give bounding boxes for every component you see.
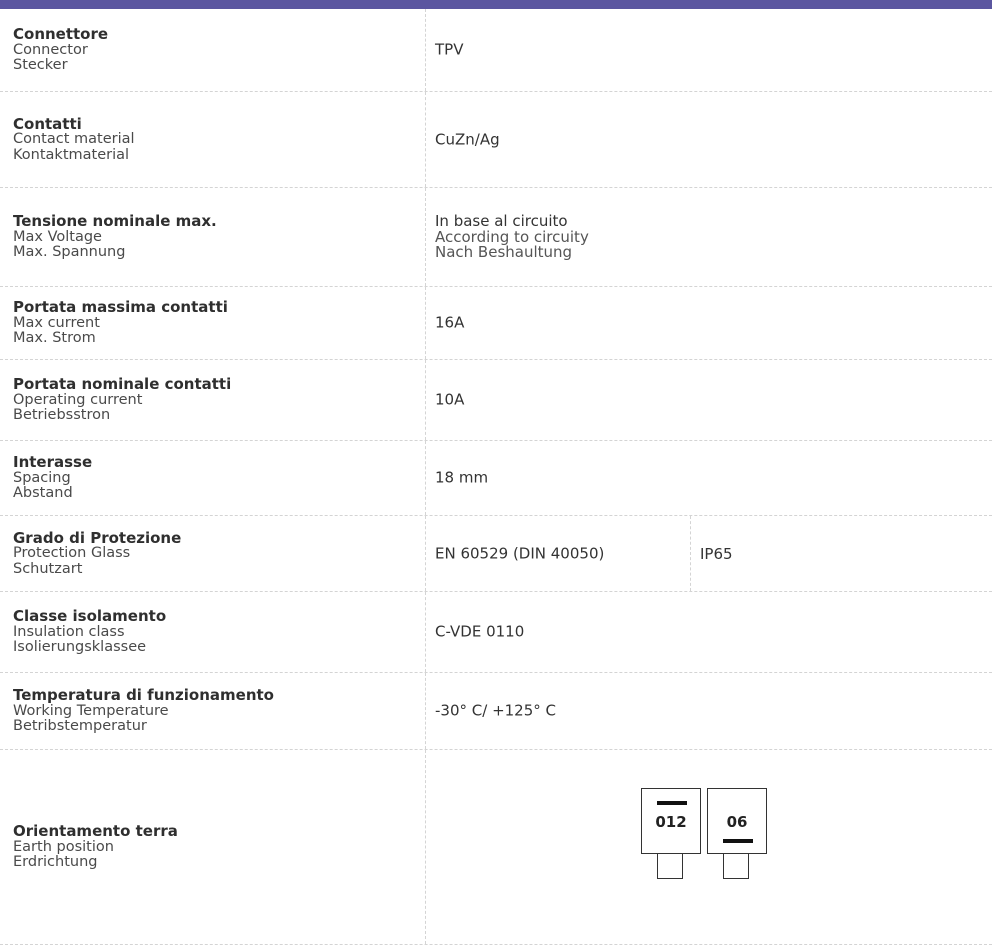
table-row: Temperatura di funzionamento Working Tem… — [0, 673, 992, 750]
row-label: Portata nominale contatti Operating curr… — [13, 374, 232, 423]
connector-pin — [657, 854, 683, 879]
row-label: Tensione nominale max. Max Voltage Max. … — [13, 211, 217, 260]
table-row: Portata nominale contatti Operating curr… — [0, 360, 992, 441]
earth-position-box-06: 06 — [707, 788, 767, 854]
table-row: Portata massima contatti Max current Max… — [0, 287, 992, 360]
row-label: Contatti Contact material Kontaktmateria… — [13, 114, 135, 163]
earth-position-diagram: 012 06 — [641, 788, 769, 903]
row-value: 16A — [435, 313, 465, 332]
table-row: Orientamento terra Earth position Erdric… — [0, 750, 992, 945]
row-value: 18 mm — [435, 468, 489, 487]
row-label: Orientamento terra Earth position Erdric… — [13, 821, 178, 870]
row-value: 10A — [435, 390, 465, 409]
header-bar — [0, 0, 992, 9]
earth-position-box-012: 012 — [641, 788, 701, 854]
earth-marker-bottom — [723, 839, 753, 843]
table-row: Contatti Contact material Kontaktmateria… — [0, 92, 992, 188]
connector-pin — [723, 854, 749, 879]
row-value: In base al circuito According to circuit… — [435, 211, 589, 261]
table-row: Interasse Spacing Abstand 18 mm — [0, 441, 992, 516]
row-label: Interasse Spacing Abstand — [13, 452, 93, 501]
row-value: -30° C/ +125° C — [435, 701, 557, 720]
row-label: Grado di Protezione Protection Glass Sch… — [13, 528, 182, 577]
row-value: C-VDE 0110 — [435, 622, 525, 641]
row-label: Classe isolamento Insulation class Isoli… — [13, 606, 167, 655]
row-value: TPV — [435, 40, 464, 59]
table-row: Tensione nominale max. Max Voltage Max. … — [0, 188, 992, 287]
row-value: CuZn/Ag — [435, 129, 500, 148]
row-value: EN 60529 (DIN 40050) — [435, 543, 605, 562]
table-row: Classe isolamento Insulation class Isoli… — [0, 592, 992, 673]
table-row: Connettore Connector Stecker TPV — [0, 9, 992, 92]
earth-marker-top — [657, 801, 687, 805]
row-value-extra: IP65 — [700, 544, 733, 563]
row-label: Connettore Connector Stecker — [13, 24, 109, 73]
spec-table: Connettore Connector Stecker TPV Contatt… — [0, 9, 992, 945]
row-label: Temperatura di funzionamento Working Tem… — [13, 685, 274, 734]
row-label: Portata massima contatti Max current Max… — [13, 297, 228, 346]
table-row: Grado di Protezione Protection Glass Sch… — [0, 516, 992, 592]
